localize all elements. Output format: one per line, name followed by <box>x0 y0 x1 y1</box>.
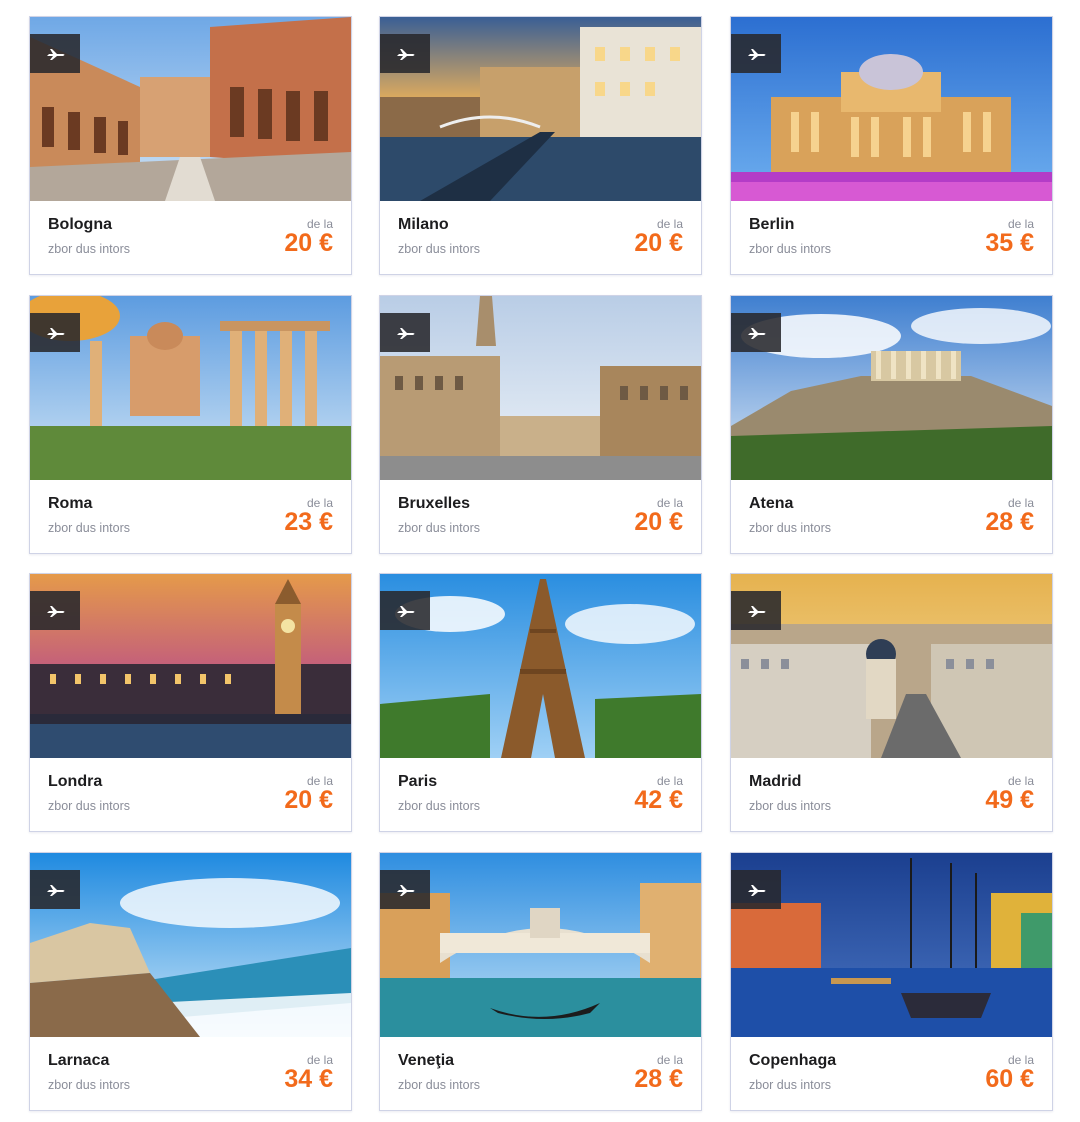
destination-price: 42 € <box>634 786 683 814</box>
flight-badge <box>731 591 781 630</box>
destination-price: 23 € <box>284 508 333 536</box>
destination-price: 28 € <box>634 1065 683 1093</box>
milano-naviglio-photo <box>380 17 701 201</box>
destination-city: Copenhaga <box>749 1052 837 1069</box>
destination-price: 34 € <box>284 1065 333 1093</box>
plane-icon <box>44 605 65 617</box>
destination-card-venetia[interactable]: Veneţia zbor dus intors de la 28 € <box>379 852 702 1111</box>
destination-price: 49 € <box>985 786 1034 814</box>
destination-card-larnaca[interactable]: Larnaca zbor dus intors de la 34 € <box>29 852 352 1111</box>
paris-eiffel-photo <box>380 574 701 758</box>
destination-subtitle: zbor dus intors <box>48 521 130 535</box>
flight-badge <box>380 313 430 352</box>
bruxelles-grand-place-photo <box>380 296 701 480</box>
destination-price: 35 € <box>985 229 1034 257</box>
destination-city: Bruxelles <box>398 495 471 512</box>
destination-card-roma[interactable]: Roma zbor dus intors de la 23 € <box>29 295 352 554</box>
destination-city: Larnaca <box>48 1052 110 1069</box>
destination-city: Milano <box>398 216 449 233</box>
destination-card-paris[interactable]: Paris zbor dus intors de la 42 € <box>379 573 702 832</box>
destination-subtitle: zbor dus intors <box>48 242 130 256</box>
flight-badge <box>30 34 80 73</box>
plane-icon <box>745 884 766 896</box>
plane-icon <box>44 48 65 60</box>
atena-acropolis-photo <box>731 296 1052 480</box>
destination-price: 20 € <box>284 786 333 814</box>
destination-card-bologna[interactable]: Bologna zbor dus intors de la 20 € <box>29 16 352 275</box>
destination-city: Atena <box>749 495 794 512</box>
destination-subtitle: zbor dus intors <box>398 799 480 813</box>
destination-city: Roma <box>48 495 93 512</box>
destination-subtitle: zbor dus intors <box>749 521 831 535</box>
destination-subtitle: zbor dus intors <box>398 521 480 535</box>
roma-forum-photo <box>30 296 351 480</box>
destination-price: 20 € <box>634 229 683 257</box>
flight-badge <box>380 870 430 909</box>
plane-icon <box>44 884 65 896</box>
destination-subtitle: zbor dus intors <box>398 242 480 256</box>
destination-subtitle: zbor dus intors <box>749 1078 831 1092</box>
destination-card-atena[interactable]: Atena zbor dus intors de la 28 € <box>730 295 1053 554</box>
destination-subtitle: zbor dus intors <box>398 1078 480 1092</box>
destination-card-copenhaga[interactable]: Copenhaga zbor dus intors de la 60 € <box>730 852 1053 1111</box>
flight-badge <box>30 870 80 909</box>
destination-subtitle: zbor dus intors <box>749 242 831 256</box>
destination-city: Paris <box>398 773 438 790</box>
flight-badge <box>30 313 80 352</box>
bologna-piazza-photo <box>30 17 351 201</box>
destination-price: 28 € <box>985 508 1034 536</box>
destination-city: Londra <box>48 773 103 790</box>
plane-icon <box>394 48 415 60</box>
flight-badge <box>30 591 80 630</box>
madrid-gran-via-photo <box>731 574 1052 758</box>
larnaca-beach-photo <box>30 853 351 1037</box>
berlin-reichstag-photo <box>731 17 1052 201</box>
destination-card-madrid[interactable]: Madrid zbor dus intors de la 49 € <box>730 573 1053 832</box>
destination-card-berlin[interactable]: Berlin zbor dus intors de la 35 € <box>730 16 1053 275</box>
destination-subtitle: zbor dus intors <box>48 1078 130 1092</box>
copenhaga-nyhavn-photo <box>731 853 1052 1037</box>
destination-subtitle: zbor dus intors <box>48 799 130 813</box>
destination-city: Madrid <box>749 773 802 790</box>
plane-icon <box>394 605 415 617</box>
destination-card-milano[interactable]: Milano zbor dus intors de la 20 € <box>379 16 702 275</box>
destination-card-londra[interactable]: Londra zbor dus intors de la 20 € <box>29 573 352 832</box>
destination-city: Berlin <box>749 216 795 233</box>
venetia-rialto-photo <box>380 853 701 1037</box>
flight-badge <box>731 313 781 352</box>
plane-icon <box>394 327 415 339</box>
plane-icon <box>745 605 766 617</box>
plane-icon <box>44 327 65 339</box>
destination-city: Bologna <box>48 216 112 233</box>
destination-city: Veneţia <box>398 1052 455 1069</box>
londra-big-ben-photo <box>30 574 351 758</box>
flight-badge <box>380 34 430 73</box>
destination-card-bruxelles[interactable]: Bruxelles zbor dus intors de la 20 € <box>379 295 702 554</box>
destination-subtitle: zbor dus intors <box>749 799 831 813</box>
plane-icon <box>745 48 766 60</box>
plane-icon <box>745 327 766 339</box>
flight-badge <box>731 870 781 909</box>
plane-icon <box>394 884 415 896</box>
destination-price: 20 € <box>284 229 333 257</box>
destination-price: 60 € <box>985 1065 1034 1093</box>
flight-badge <box>380 591 430 630</box>
destination-price: 20 € <box>634 508 683 536</box>
flight-badge <box>731 34 781 73</box>
